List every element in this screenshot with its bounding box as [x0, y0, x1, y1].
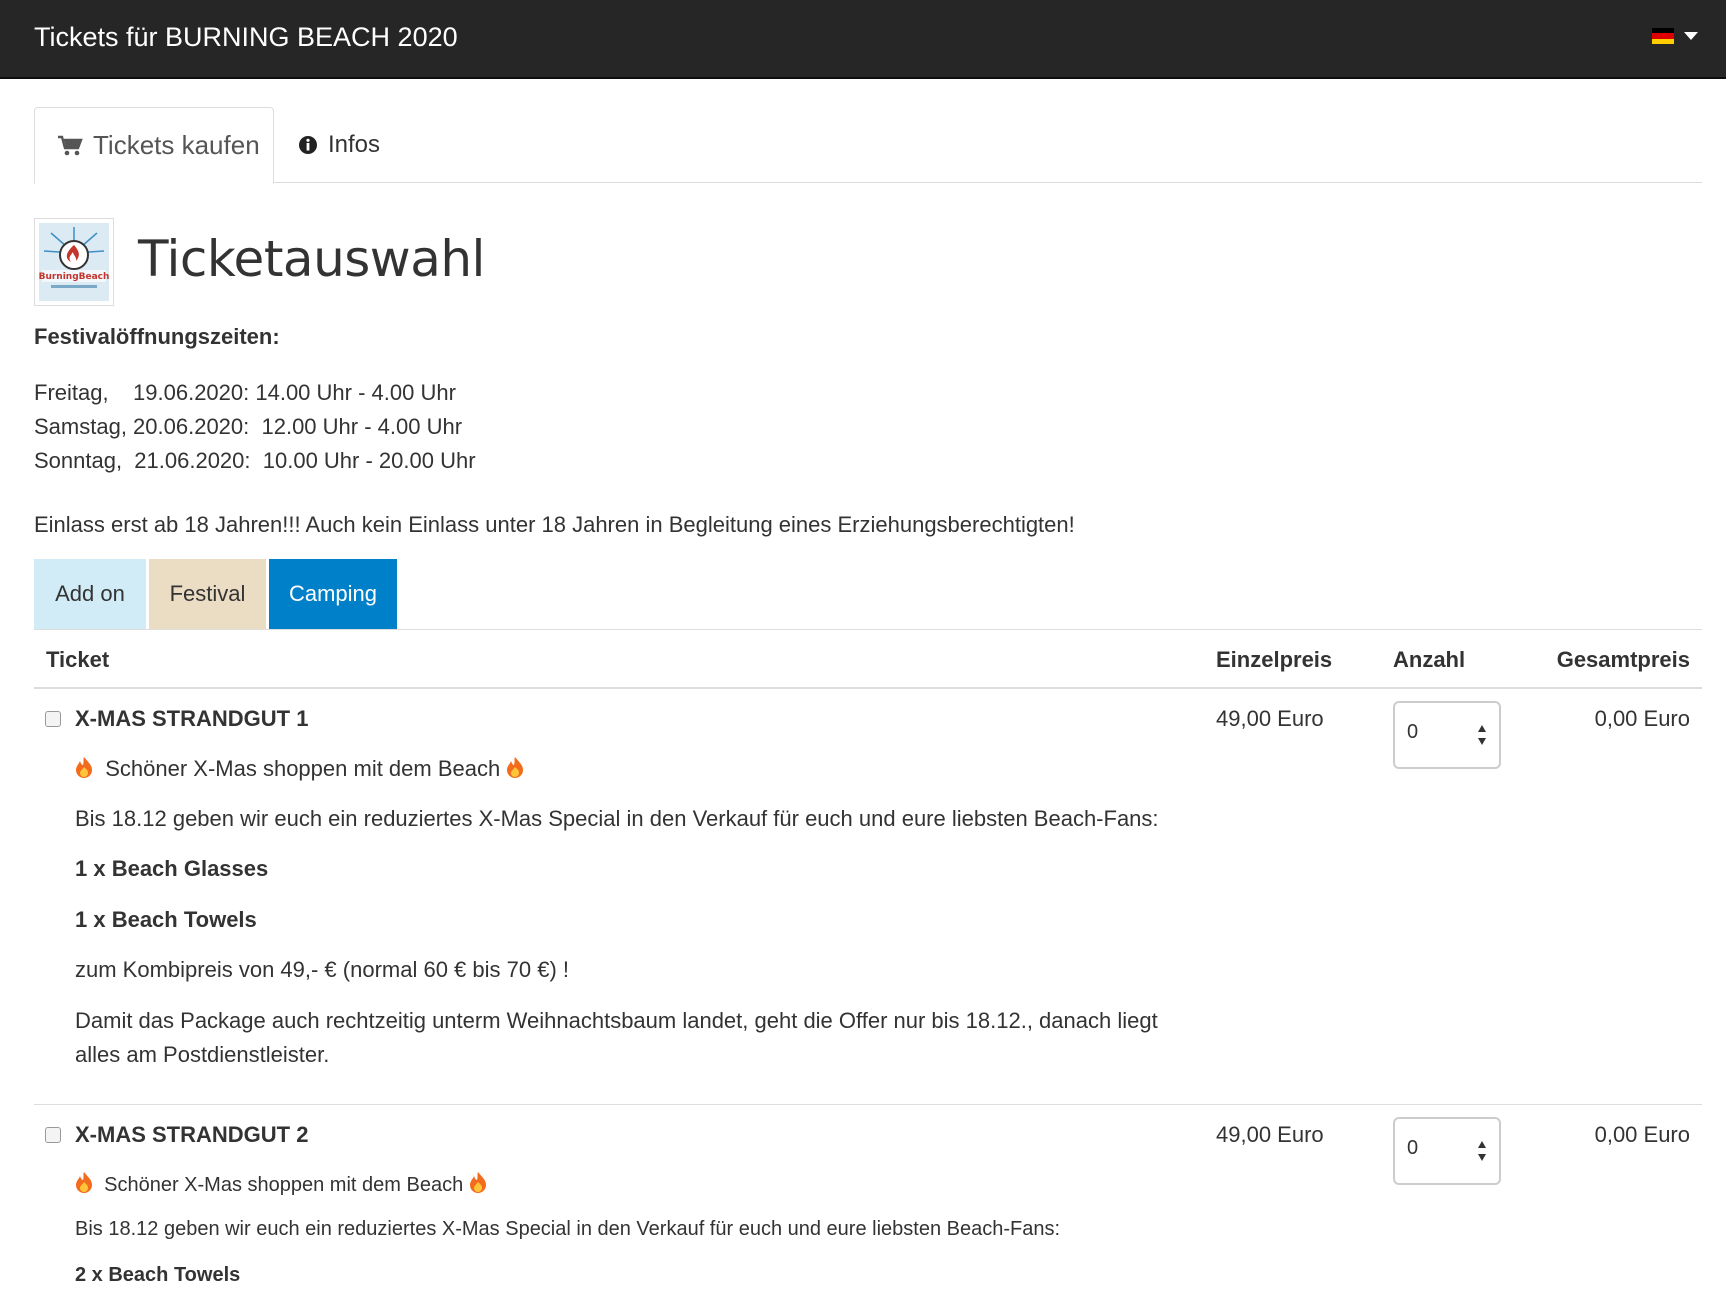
ticket-name: X-MAS STRANDGUT 1 — [75, 706, 309, 731]
hours-heading: Festivalöffnungszeiten: — [34, 324, 280, 349]
hours-line: Samstag, 20.06.2020: 12.00 Uhr - 4.00 Uh… — [34, 414, 463, 439]
fire-icon — [507, 757, 524, 778]
quantity-stepper[interactable]: 0 — [1393, 1117, 1501, 1185]
package-item: 1 x Beach Towels — [75, 907, 257, 932]
total-price: 0,00 Euro — [1594, 706, 1690, 731]
fire-icon — [76, 757, 92, 778]
ticket-tagline: Schöner X-Mas shoppen mit dem Beach — [75, 1171, 487, 1197]
table-row: X-MAS STRANDGUT 1 49,00 Euro 0 0,00 Euro… — [34, 689, 1702, 1103]
language-dropdown[interactable] — [1652, 28, 1698, 44]
svg-text:BurningBeach: BurningBeach — [39, 272, 109, 282]
ticket-tagline: Schöner X-Mas shoppen mit dem Beach — [75, 756, 524, 782]
tab-label: Infos — [328, 131, 381, 158]
fire-icon — [469, 1172, 486, 1193]
total-price: 0,00 Euro — [1594, 1122, 1690, 1147]
age-notice: Einlass erst ab 18 Jahren!!! Auch kein E… — [34, 512, 1075, 537]
ticket-intro: Bis 18.12 geben wir euch ein reduziertes… — [75, 806, 1159, 831]
main-tabs: Tickets kaufen Infos — [34, 107, 1702, 184]
tagline-text: Schöner X-Mas shoppen mit dem Beach — [105, 756, 501, 781]
quantity-stepper[interactable]: 0 — [1393, 701, 1501, 769]
price-note: zum Kombipreis von 49,- € (normal 60 € b… — [75, 957, 570, 982]
table-row: X-MAS STRANDGUT 2 49,00 Euro 0 0,00 Euro… — [34, 1104, 1702, 1300]
hours-line: Sonntag, 21.06.2020: 10.00 Uhr - 20.00 U… — [34, 448, 476, 473]
package-item: 2 x Beach Towels — [75, 1264, 241, 1286]
german-flag-icon — [1652, 28, 1674, 44]
spinner-arrows-icon[interactable] — [1477, 1139, 1487, 1163]
navbar-title[interactable]: Tickets für BURNING BEACH 2020 — [34, 22, 458, 53]
ticket-checkbox[interactable] — [45, 711, 61, 727]
tab-infos[interactable]: Infos — [298, 107, 380, 183]
ticket-name: X-MAS STRANDGUT 2 — [75, 1122, 309, 1147]
tagline-text: Schöner X-Mas shoppen mit dem Beach — [104, 1174, 464, 1196]
ticket-checkbox[interactable] — [45, 1127, 61, 1143]
ticket-table-header: Ticket Einzelpreis Anzahl Gesamtpreis — [34, 629, 1702, 689]
unit-price: 49,00 Euro — [1216, 1122, 1324, 1147]
spinner-arrows-icon[interactable] — [1477, 723, 1487, 747]
chevron-down-icon — [1684, 32, 1698, 40]
top-navbar: Tickets für BURNING BEACH 2020 — [0, 0, 1726, 79]
category-festival[interactable]: Festival — [149, 559, 266, 629]
package-item: 1 x Beach Glasses — [75, 856, 269, 881]
unit-price: 49,00 Euro — [1216, 706, 1324, 731]
event-logo: BurningBeach — [34, 218, 114, 306]
shipping-note: Damit das Package auch rechtzeitig unter… — [75, 1008, 1158, 1067]
column-total: Gesamtpreis — [1556, 647, 1690, 672]
cart-icon — [58, 135, 83, 155]
quantity-value: 0 — [1407, 1137, 1419, 1159]
ticket-intro: Bis 18.12 geben wir euch ein reduziertes… — [75, 1218, 1061, 1240]
hours-line: Freitag, 19.06.2020: 14.00 Uhr - 4.00 Uh… — [34, 380, 456, 405]
quantity-value: 0 — [1407, 721, 1419, 743]
category-camping[interactable]: Camping — [269, 559, 397, 629]
fire-icon — [76, 1172, 92, 1193]
tab-label: Tickets kaufen — [93, 130, 260, 160]
category-tabs: Add on Festival Camping — [34, 559, 400, 629]
column-ticket: Ticket — [46, 647, 110, 672]
info-icon — [299, 136, 317, 154]
tab-tickets-kaufen[interactable]: Tickets kaufen — [34, 107, 274, 184]
category-add-on[interactable]: Add on — [34, 559, 146, 629]
column-unit-price: Einzelpreis — [1216, 647, 1333, 672]
page-title: Ticketauswahl — [138, 230, 485, 288]
opening-hours: Freitag, 19.06.2020: 14.00 Uhr - 4.00 Uh… — [34, 376, 476, 478]
column-quantity: Anzahl — [1393, 647, 1466, 672]
